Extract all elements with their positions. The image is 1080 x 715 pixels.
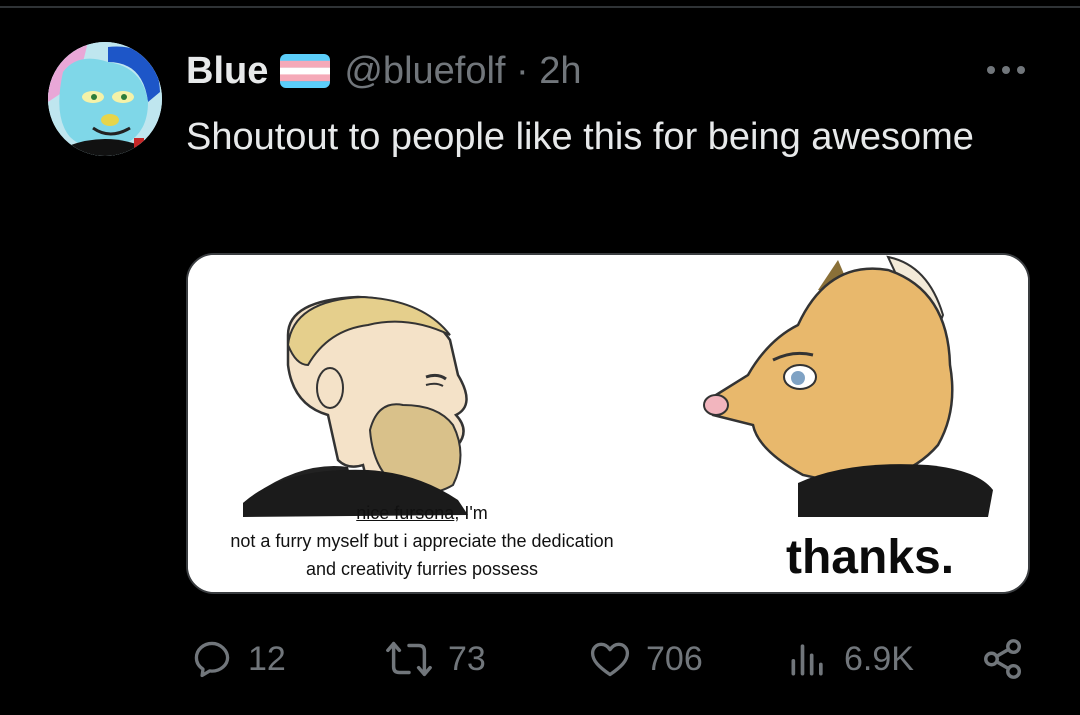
reply-icon [194, 641, 230, 678]
share-button[interactable] [980, 632, 1026, 686]
more-options-button[interactable] [982, 58, 1030, 82]
views-icon [791, 644, 823, 676]
meme-caption-underlined: nice fursona [356, 503, 455, 523]
meme-caption-right: thanks. [786, 531, 955, 584]
trans-flag-icon [280, 54, 331, 88]
like-button[interactable]: 706 [588, 632, 703, 686]
views-count: 6.9K [844, 639, 914, 678]
like-icon [590, 642, 630, 677]
like-count: 706 [646, 639, 703, 678]
reply-button[interactable]: 12 [190, 632, 286, 686]
views-button[interactable]: 6.9K [786, 632, 914, 686]
display-name[interactable]: Blue [186, 50, 268, 93]
repost-button[interactable]: 73 [384, 632, 486, 686]
avatar[interactable] [48, 42, 162, 156]
more-horizontal-icon [987, 66, 1025, 74]
tweet-header: Blue @bluefolf · 2h [186, 46, 582, 96]
meme-caption-left: nice fursona, I'm not a furry myself but… [202, 499, 642, 583]
action-bar: 12 73 706 6.9K [0, 632, 1080, 686]
repost-count: 73 [448, 639, 486, 678]
meme-caption-line3: and creativity furries possess [305, 559, 539, 579]
meme-caption-tail: , I'm [454, 503, 488, 523]
repost-icon [386, 641, 432, 677]
avatar-image [48, 42, 162, 156]
meme-caption-line2: not a furry myself but i appreciate the … [230, 531, 614, 551]
tweet-image[interactable]: nice fursona, I'm not a furry myself but… [186, 253, 1030, 594]
tweet-text: Shoutout to people like this for being a… [186, 116, 974, 158]
handle-and-time[interactable]: @bluefolf · 2h [344, 50, 581, 93]
top-divider [0, 6, 1080, 8]
reply-count: 12 [248, 639, 286, 678]
share-icon [984, 639, 1022, 679]
